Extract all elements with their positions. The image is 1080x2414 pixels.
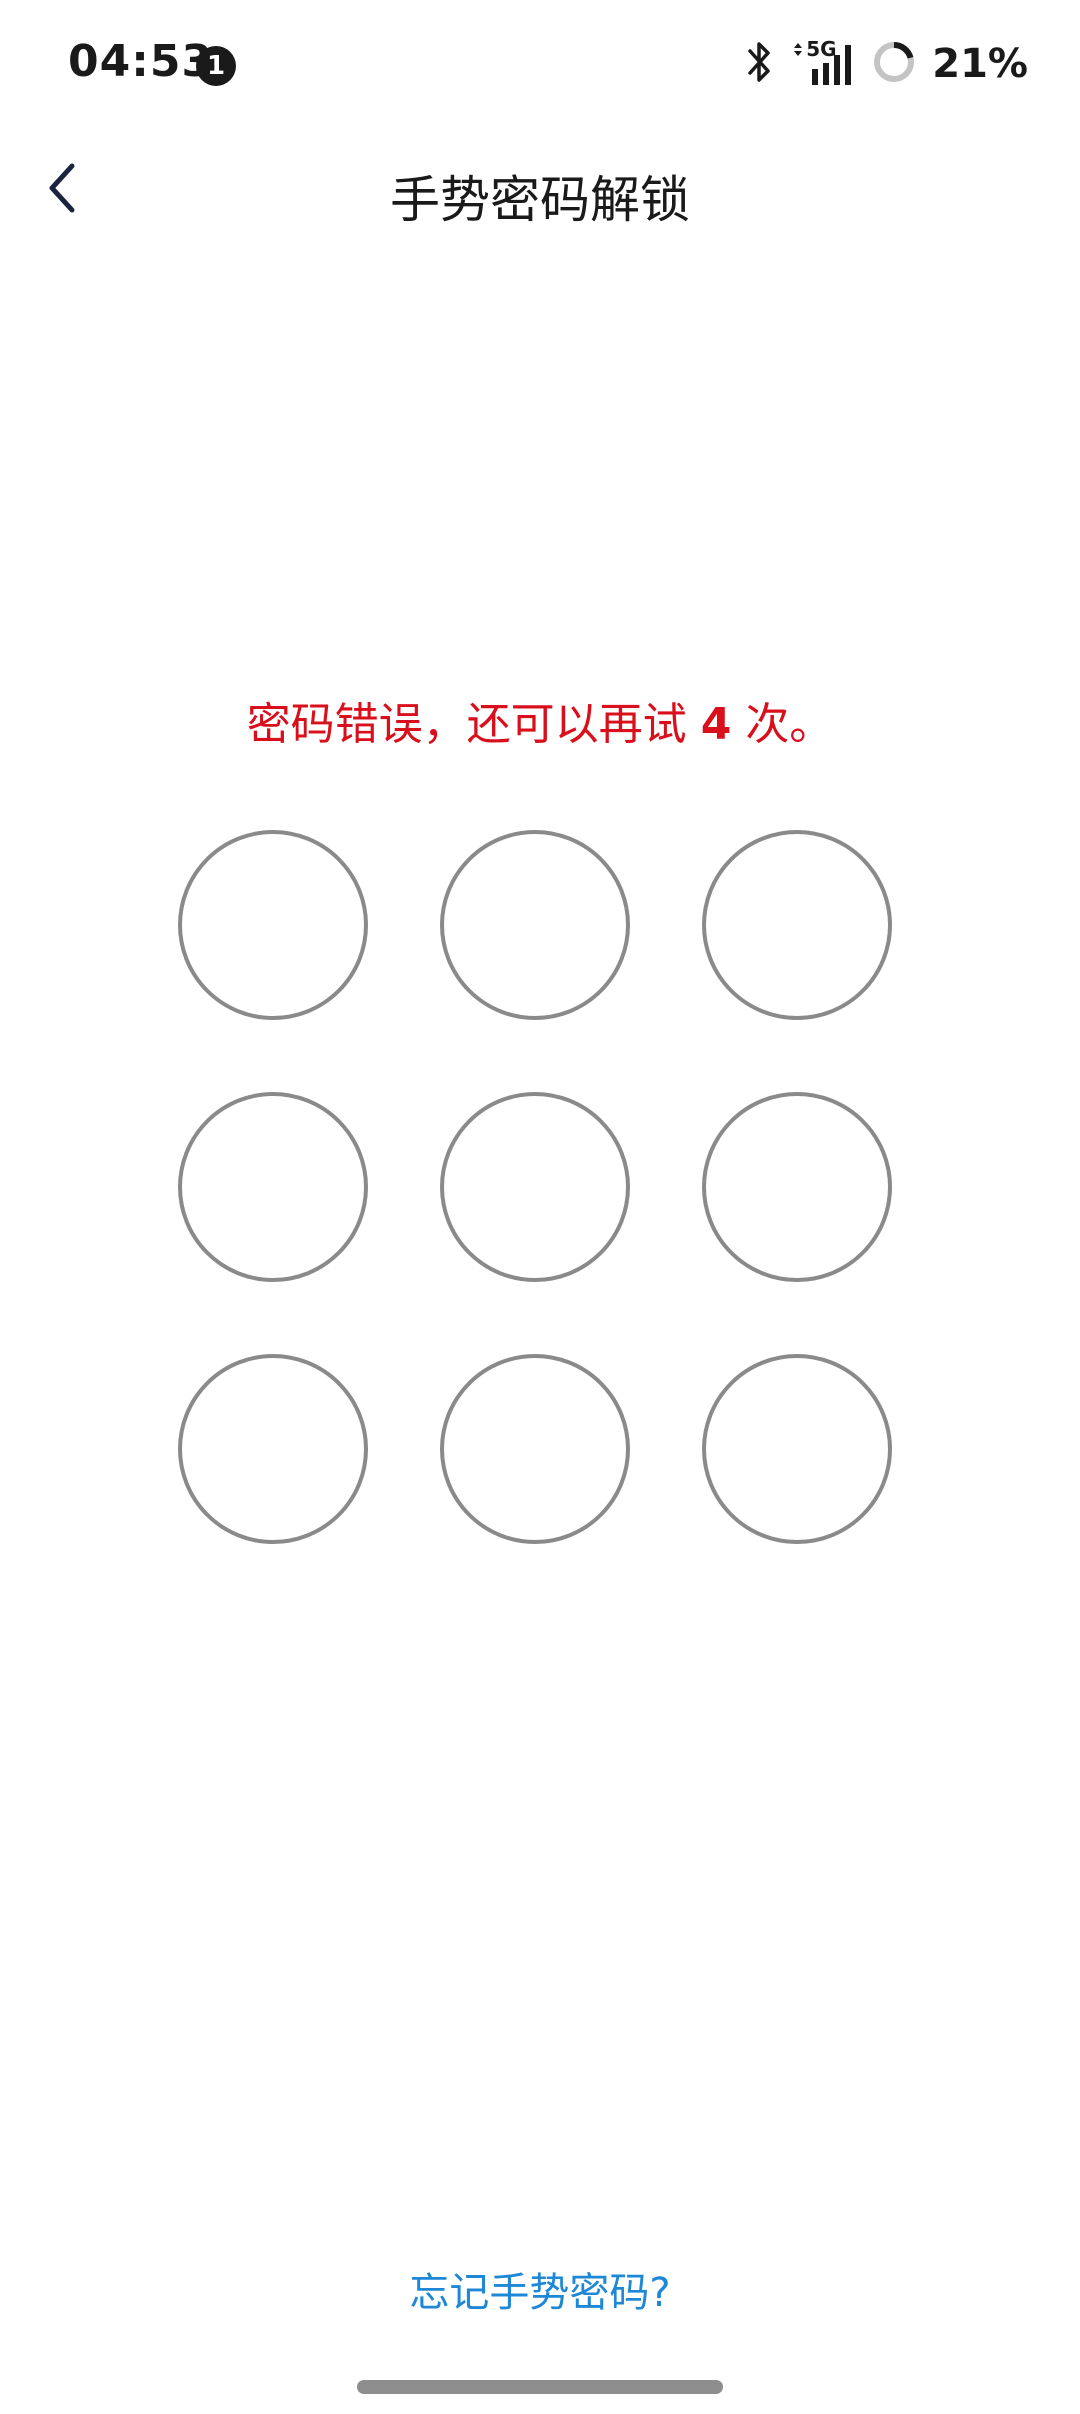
status-bar: 04:53 1 5G 21% (0, 0, 1080, 130)
status-icons: 5G 21% (744, 36, 1028, 92)
page-title: 手势密码解锁 (390, 171, 690, 229)
error-message-prefix: 密码错误，还可以再试 (246, 699, 687, 750)
signal-icon: 5G (790, 37, 856, 89)
remaining-attempts: 4 (700, 699, 732, 750)
home-indicator[interactable] (357, 2380, 723, 2394)
forgot-gesture-password-link[interactable]: 忘记手势密码? (0, 2260, 1080, 2318)
pattern-dot-6[interactable] (702, 1092, 892, 1282)
bluetooth-icon (744, 39, 774, 89)
network-type-label: 5G (806, 37, 837, 61)
pattern-dot-5[interactable] (440, 1092, 630, 1282)
error-message: 密码错误，还可以再试 4 次。 (0, 688, 1080, 752)
pattern-dot-4[interactable] (178, 1092, 368, 1282)
battery-percent: 21% (932, 41, 1028, 87)
pattern-dot-2[interactable] (440, 830, 630, 1020)
pattern-dot-8[interactable] (440, 1354, 630, 1544)
pattern-dot-3[interactable] (702, 830, 892, 1020)
notification-count-badge: 1 (196, 46, 236, 86)
gesture-unlock-screen: 04:53 1 5G 21% 手势密码解锁 密码错误，还可以再试 4 次。 忘记… (0, 0, 1080, 2414)
pattern-dot-7[interactable] (178, 1354, 368, 1544)
pattern-dot-1[interactable] (178, 830, 368, 1020)
status-time: 04:53 (68, 36, 214, 87)
gesture-pattern-grid[interactable] (178, 830, 902, 1550)
battery-ring-icon (872, 40, 916, 88)
error-message-suffix: 次。 (745, 699, 834, 750)
pattern-dot-9[interactable] (702, 1354, 892, 1544)
header: 手势密码解锁 (0, 140, 1080, 240)
